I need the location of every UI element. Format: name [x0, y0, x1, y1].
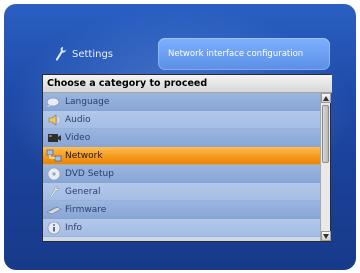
- menu-item-dvd-setup[interactable]: DVD Setup: [43, 165, 321, 183]
- page-title-label: Settings: [72, 48, 114, 60]
- menu-item-label: Video: [65, 132, 91, 143]
- menu-item-label: Language: [65, 96, 110, 107]
- scroll-down-button[interactable]: [321, 231, 331, 241]
- scroll-up-button[interactable]: [321, 93, 331, 103]
- category-description: Network interface configuration: [158, 38, 330, 70]
- menu-heading-label: Choose a category to proceed: [47, 78, 208, 89]
- video-icon: [46, 131, 62, 145]
- scroll-thumb[interactable]: [322, 105, 329, 163]
- menu-item-label: Info: [65, 222, 83, 233]
- menu-item-label: General: [65, 186, 101, 197]
- language-icon: [46, 95, 62, 109]
- menu-item-general[interactable]: General: [43, 183, 321, 201]
- wrench-icon: [46, 185, 62, 199]
- scrollbar[interactable]: [320, 93, 331, 241]
- menu-item-label: Firmware: [65, 204, 107, 215]
- menu-heading: Choose a category to proceed: [43, 75, 332, 93]
- menu-item-label: DVD Setup: [65, 168, 114, 179]
- settings-screen: Settings Network interface configuration…: [4, 4, 356, 270]
- speaker-icon: [46, 113, 62, 127]
- page-title: Settings: [54, 46, 113, 62]
- arrow-down-icon: [323, 233, 329, 239]
- disc-icon: [46, 167, 62, 181]
- category-description-text: Network interface configuration: [168, 49, 304, 59]
- info-icon: [46, 221, 62, 235]
- network-icon: [46, 149, 62, 163]
- menu-item-video[interactable]: Video: [43, 129, 321, 147]
- menu-item-firmware[interactable]: Firmware: [43, 201, 321, 219]
- category-menu: Choose a category to proceed Language Au…: [42, 74, 332, 242]
- menu-item-network[interactable]: Network: [43, 147, 321, 165]
- arrow-up-icon: [323, 95, 329, 101]
- wrench-icon: [54, 46, 66, 62]
- menu-item-audio[interactable]: Audio: [43, 111, 321, 129]
- menu-item-label: Audio: [65, 114, 91, 125]
- menu-item-label: Network: [65, 150, 103, 161]
- menu-item-language[interactable]: Language: [43, 93, 321, 111]
- category-list: Language Audio Video Network DVD Setup G…: [43, 93, 321, 241]
- menu-item-info[interactable]: Info: [43, 219, 321, 237]
- chip-icon: [46, 203, 62, 217]
